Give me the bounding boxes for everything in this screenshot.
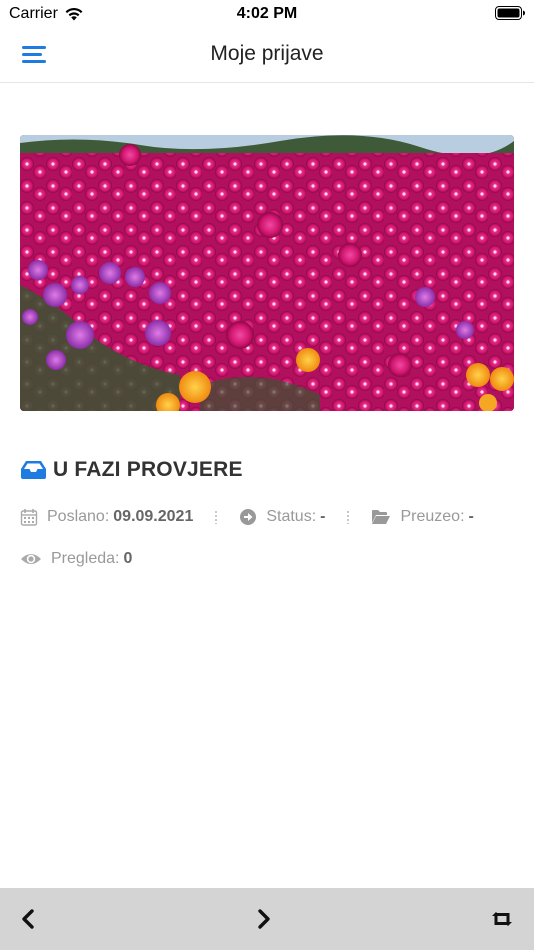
battery-icon [495,6,525,20]
app-screen: Carrier 4:02 PM Moje prijave U FAZI PROV… [0,0,534,950]
status-value: - [320,508,326,525]
inbox-icon [21,461,46,479]
bottom-toolbar [0,888,534,950]
page-title: Moje prijave [210,42,324,65]
sent-label: Poslano: [47,508,110,525]
chevron-left-icon[interactable] [16,906,42,932]
sent-value: 09.09.2021 [113,508,194,525]
calendar-icon [20,509,38,526]
retweet-icon[interactable] [489,906,515,932]
folder-open-icon [372,510,391,524]
application-meta-row: Poslano: 09.09.2021 Status: - Preuzeo: - [20,506,474,528]
sent-date-item: Poslano: 09.09.2021 [20,508,193,526]
application-views-row: Pregleda: 0 [20,548,132,570]
status-bar: Carrier 4:02 PM [0,0,534,28]
application-photo[interactable] [20,135,514,411]
separator [347,510,350,524]
status-item: Status: - [239,508,325,526]
taken-label: Preuzeo: [400,508,465,525]
views-label: Pregleda: [51,550,120,567]
flower-photo [20,135,514,411]
clock: 4:02 PM [236,5,298,22]
eye-icon [21,554,41,564]
taken-value: - [468,508,474,525]
views-item: Pregleda: 0 [20,550,132,568]
arrow-circle-right-icon [240,509,257,525]
chevron-right-icon[interactable] [250,906,276,932]
taken-item: Preuzeo: - [371,508,474,526]
status-label: Status: [266,508,317,525]
views-value: 0 [123,550,133,567]
separator [215,510,218,524]
application-status-heading: U FAZI PROVJERE [20,456,243,484]
status-title: U FAZI PROVJERE [53,458,243,481]
navigation-bar: Moje prijave [0,28,534,83]
